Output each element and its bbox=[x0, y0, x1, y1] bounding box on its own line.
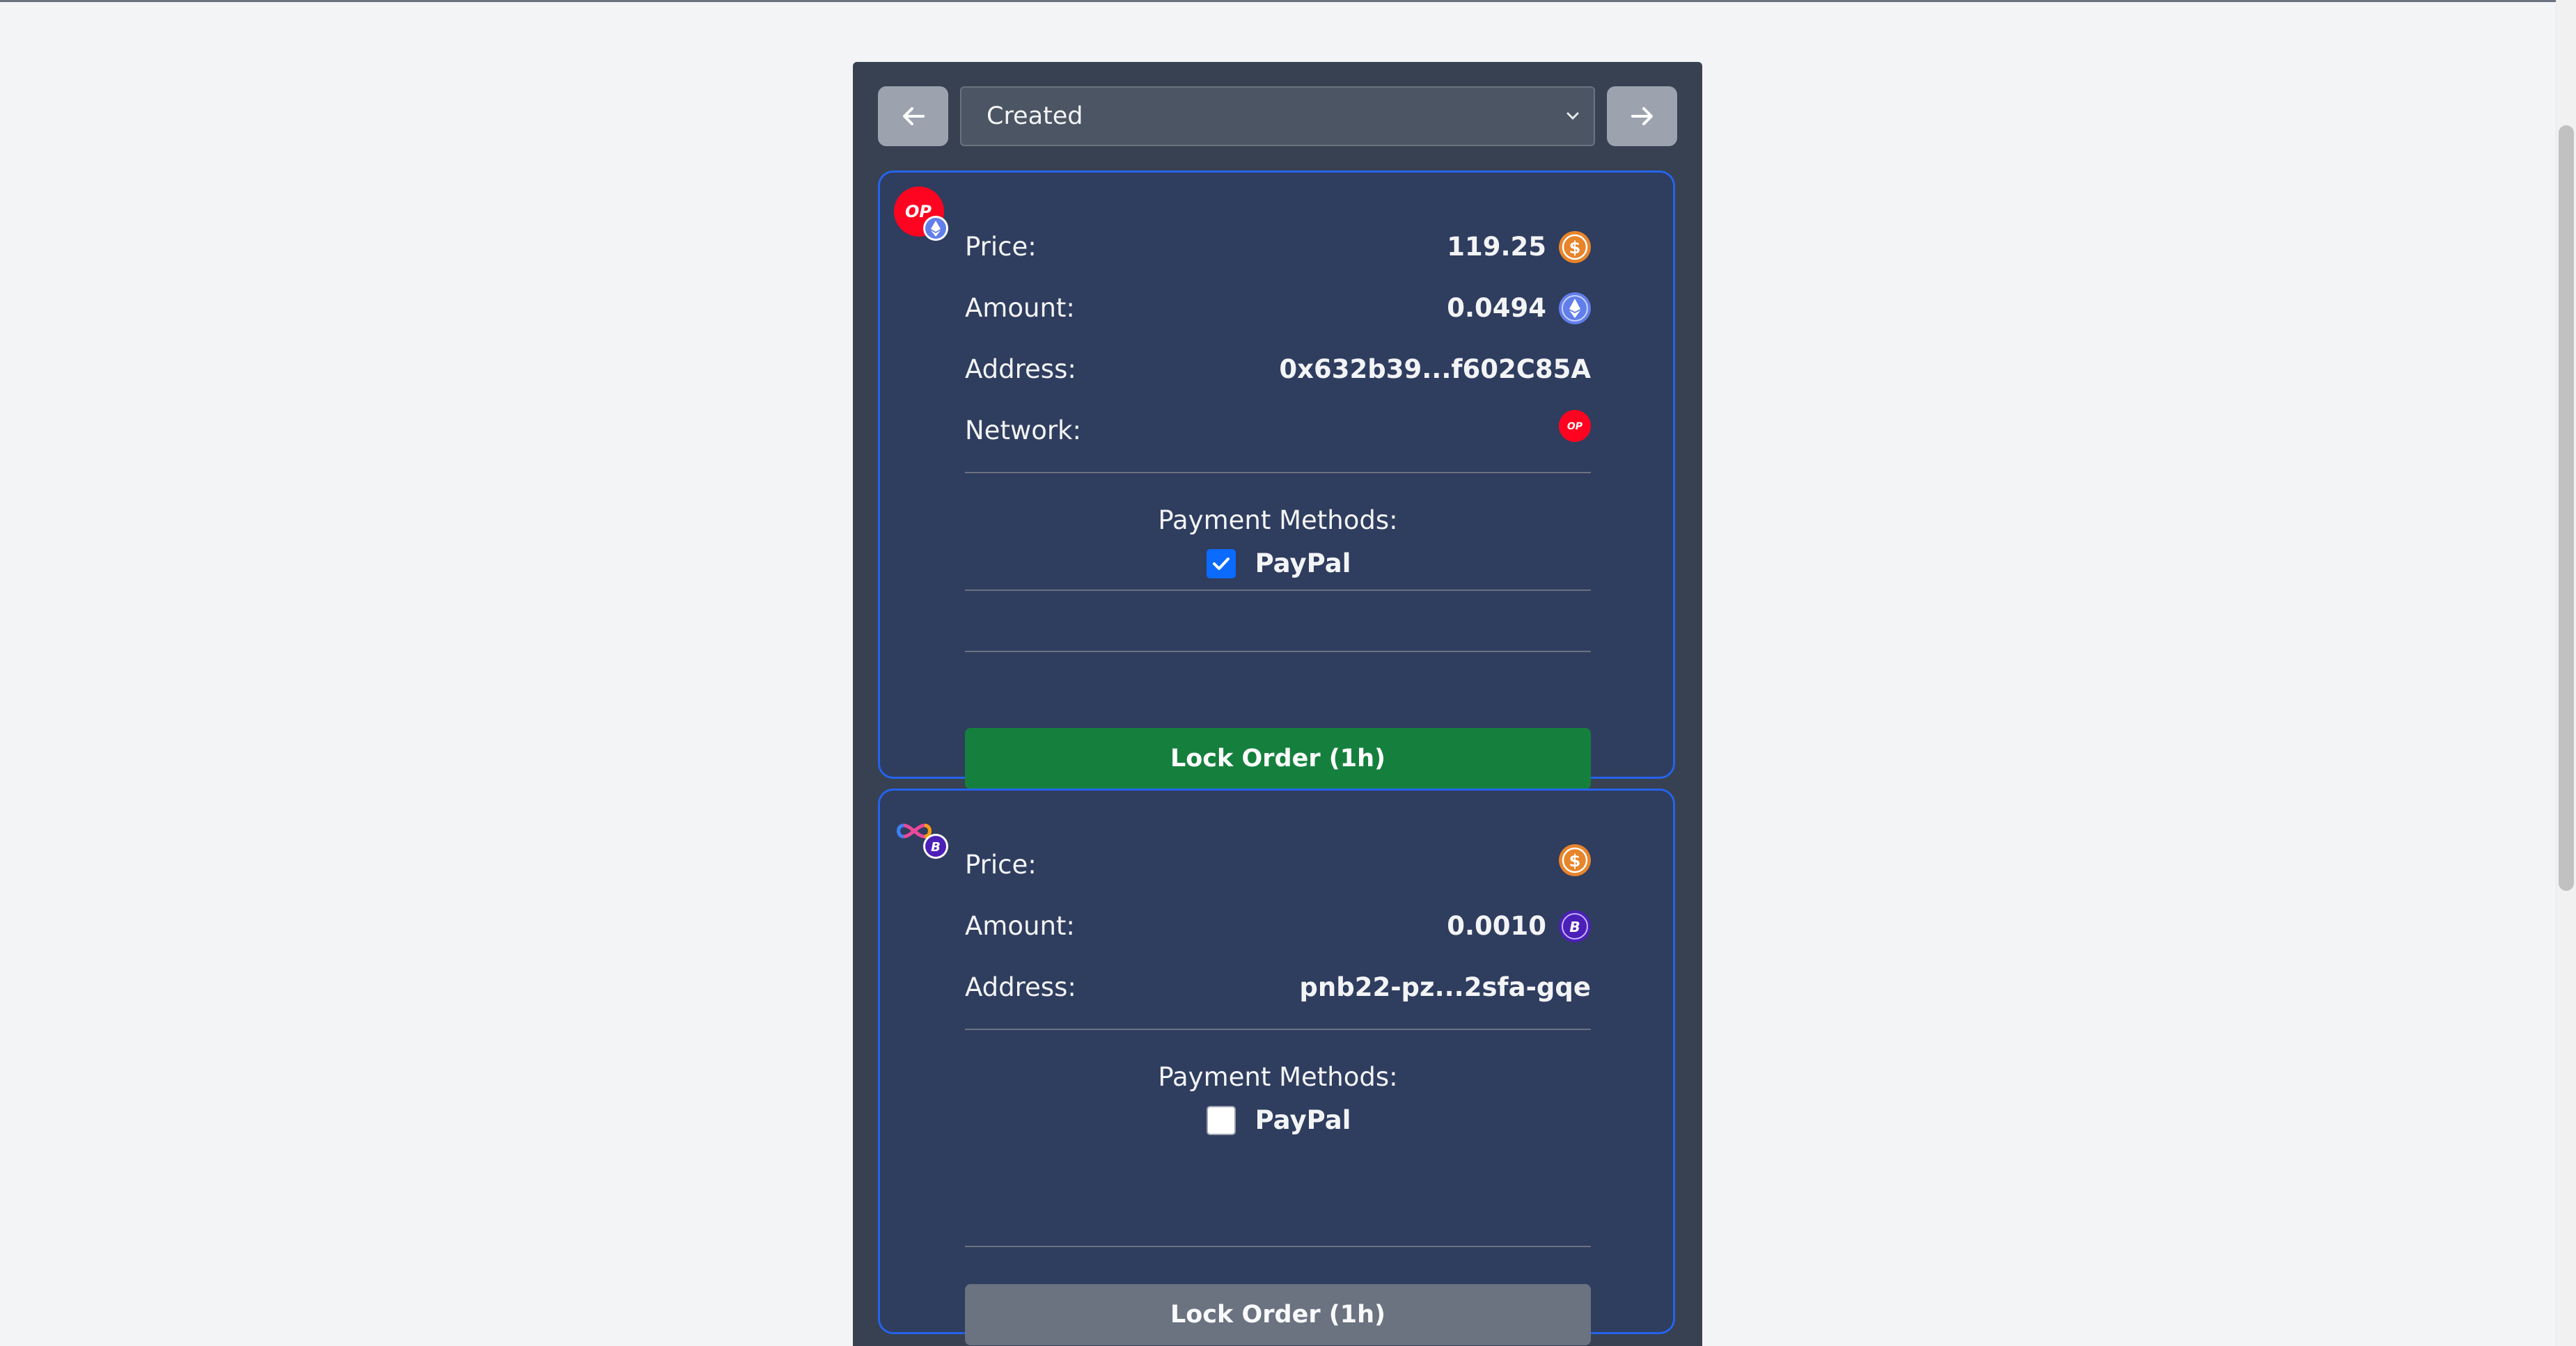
svg-text:OP: OP bbox=[905, 202, 932, 221]
order-card: OP Price: 119.25 $ Amount: 0.0494 Addres… bbox=[878, 171, 1677, 789]
amount-label: Amount: bbox=[965, 293, 1075, 323]
address-label: Address: bbox=[965, 972, 1076, 1002]
network-label: Network: bbox=[965, 415, 1081, 445]
amount-value: 0.0494 bbox=[1447, 293, 1546, 323]
checkmark-icon bbox=[1212, 557, 1230, 570]
order-card: B Price: $ Amount: 0.0010 B Address: pnb… bbox=[878, 789, 1677, 1345]
network-row: Network: OP bbox=[965, 410, 1591, 452]
payment-methods-title: Payment Methods: bbox=[1158, 505, 1398, 535]
price-row: Price: 119.25 $ bbox=[965, 226, 1591, 268]
address-row: Address: pnb22-pz...2sfa-gqe bbox=[965, 967, 1591, 1008]
payment-method-label: PayPal bbox=[1255, 1105, 1351, 1135]
lock-order-button[interactable]: Lock Order (1h) bbox=[965, 1284, 1591, 1345]
divider bbox=[965, 1029, 1591, 1030]
bitcoin-icon: B bbox=[1559, 910, 1591, 942]
svg-text:$: $ bbox=[1569, 238, 1581, 258]
next-status-button[interactable] bbox=[1607, 86, 1677, 146]
arrow-left-icon bbox=[902, 107, 925, 125]
price-value: 119.25 bbox=[1447, 232, 1546, 262]
arrow-right-icon bbox=[1631, 107, 1653, 125]
network-value-group: OP bbox=[1559, 410, 1591, 442]
divider bbox=[965, 589, 1591, 591]
payment-method-option: PayPal bbox=[880, 1105, 1677, 1135]
paypal-checkbox[interactable] bbox=[1206, 1105, 1236, 1135]
window-top-border bbox=[0, 0, 2576, 2]
price-value-group: $ bbox=[1546, 844, 1591, 876]
optimism-ethereum-token-icon: OP bbox=[894, 187, 948, 241]
orders-panel: Created OP Price: 119.25 $ Amount: 0.049… bbox=[853, 62, 1702, 1346]
price-label: Price: bbox=[965, 850, 1037, 880]
lock-order-button[interactable]: Lock Order (1h) bbox=[965, 728, 1591, 789]
usd-coin-icon: $ bbox=[1559, 844, 1591, 876]
divider bbox=[965, 1246, 1591, 1247]
price-label: Price: bbox=[965, 232, 1037, 262]
svg-text:OP: OP bbox=[1567, 421, 1583, 432]
amount-label: Amount: bbox=[965, 911, 1075, 941]
previous-status-button[interactable] bbox=[878, 86, 948, 146]
page-scrollbar[interactable] bbox=[2556, 0, 2576, 1346]
paypal-checkbox[interactable] bbox=[1206, 548, 1236, 578]
icp-bitcoin-token-icon: B bbox=[897, 823, 948, 859]
price-value-group: 119.25 $ bbox=[1447, 226, 1591, 268]
amount-row: Amount: 0.0494 bbox=[965, 287, 1591, 329]
payment-methods-title: Payment Methods: bbox=[1158, 1062, 1398, 1092]
payment-method-label: PayPal bbox=[1255, 548, 1351, 578]
address-value: 0x632b39...f602C85A bbox=[1279, 354, 1591, 384]
price-row: Price: $ bbox=[965, 844, 1591, 886]
svg-text:$: $ bbox=[1569, 851, 1581, 871]
address-row: Address: 0x632b39...f602C85A bbox=[965, 349, 1591, 390]
ethereum-icon bbox=[1559, 292, 1591, 324]
optimism-icon: OP bbox=[1559, 410, 1591, 442]
usd-coin-icon: $ bbox=[1559, 231, 1591, 263]
status-select-value: Created bbox=[987, 102, 1083, 130]
svg-text:B: B bbox=[931, 840, 941, 855]
status-select[interactable]: Created bbox=[960, 86, 1595, 146]
chevron-down-icon bbox=[1566, 112, 1579, 120]
amount-value-group: 0.0010 B bbox=[1447, 905, 1591, 947]
divider bbox=[965, 472, 1591, 473]
divider bbox=[965, 651, 1591, 652]
amount-row: Amount: 0.0010 B bbox=[965, 905, 1591, 947]
address-value: pnb22-pz...2sfa-gqe bbox=[1299, 972, 1591, 1002]
amount-value: 0.0010 bbox=[1447, 911, 1546, 941]
svg-text:B: B bbox=[1569, 919, 1580, 935]
scrollbar-thumb[interactable] bbox=[2559, 125, 2574, 891]
address-label: Address: bbox=[965, 354, 1076, 384]
payment-method-option: PayPal bbox=[880, 548, 1677, 578]
amount-value-group: 0.0494 bbox=[1447, 287, 1591, 329]
